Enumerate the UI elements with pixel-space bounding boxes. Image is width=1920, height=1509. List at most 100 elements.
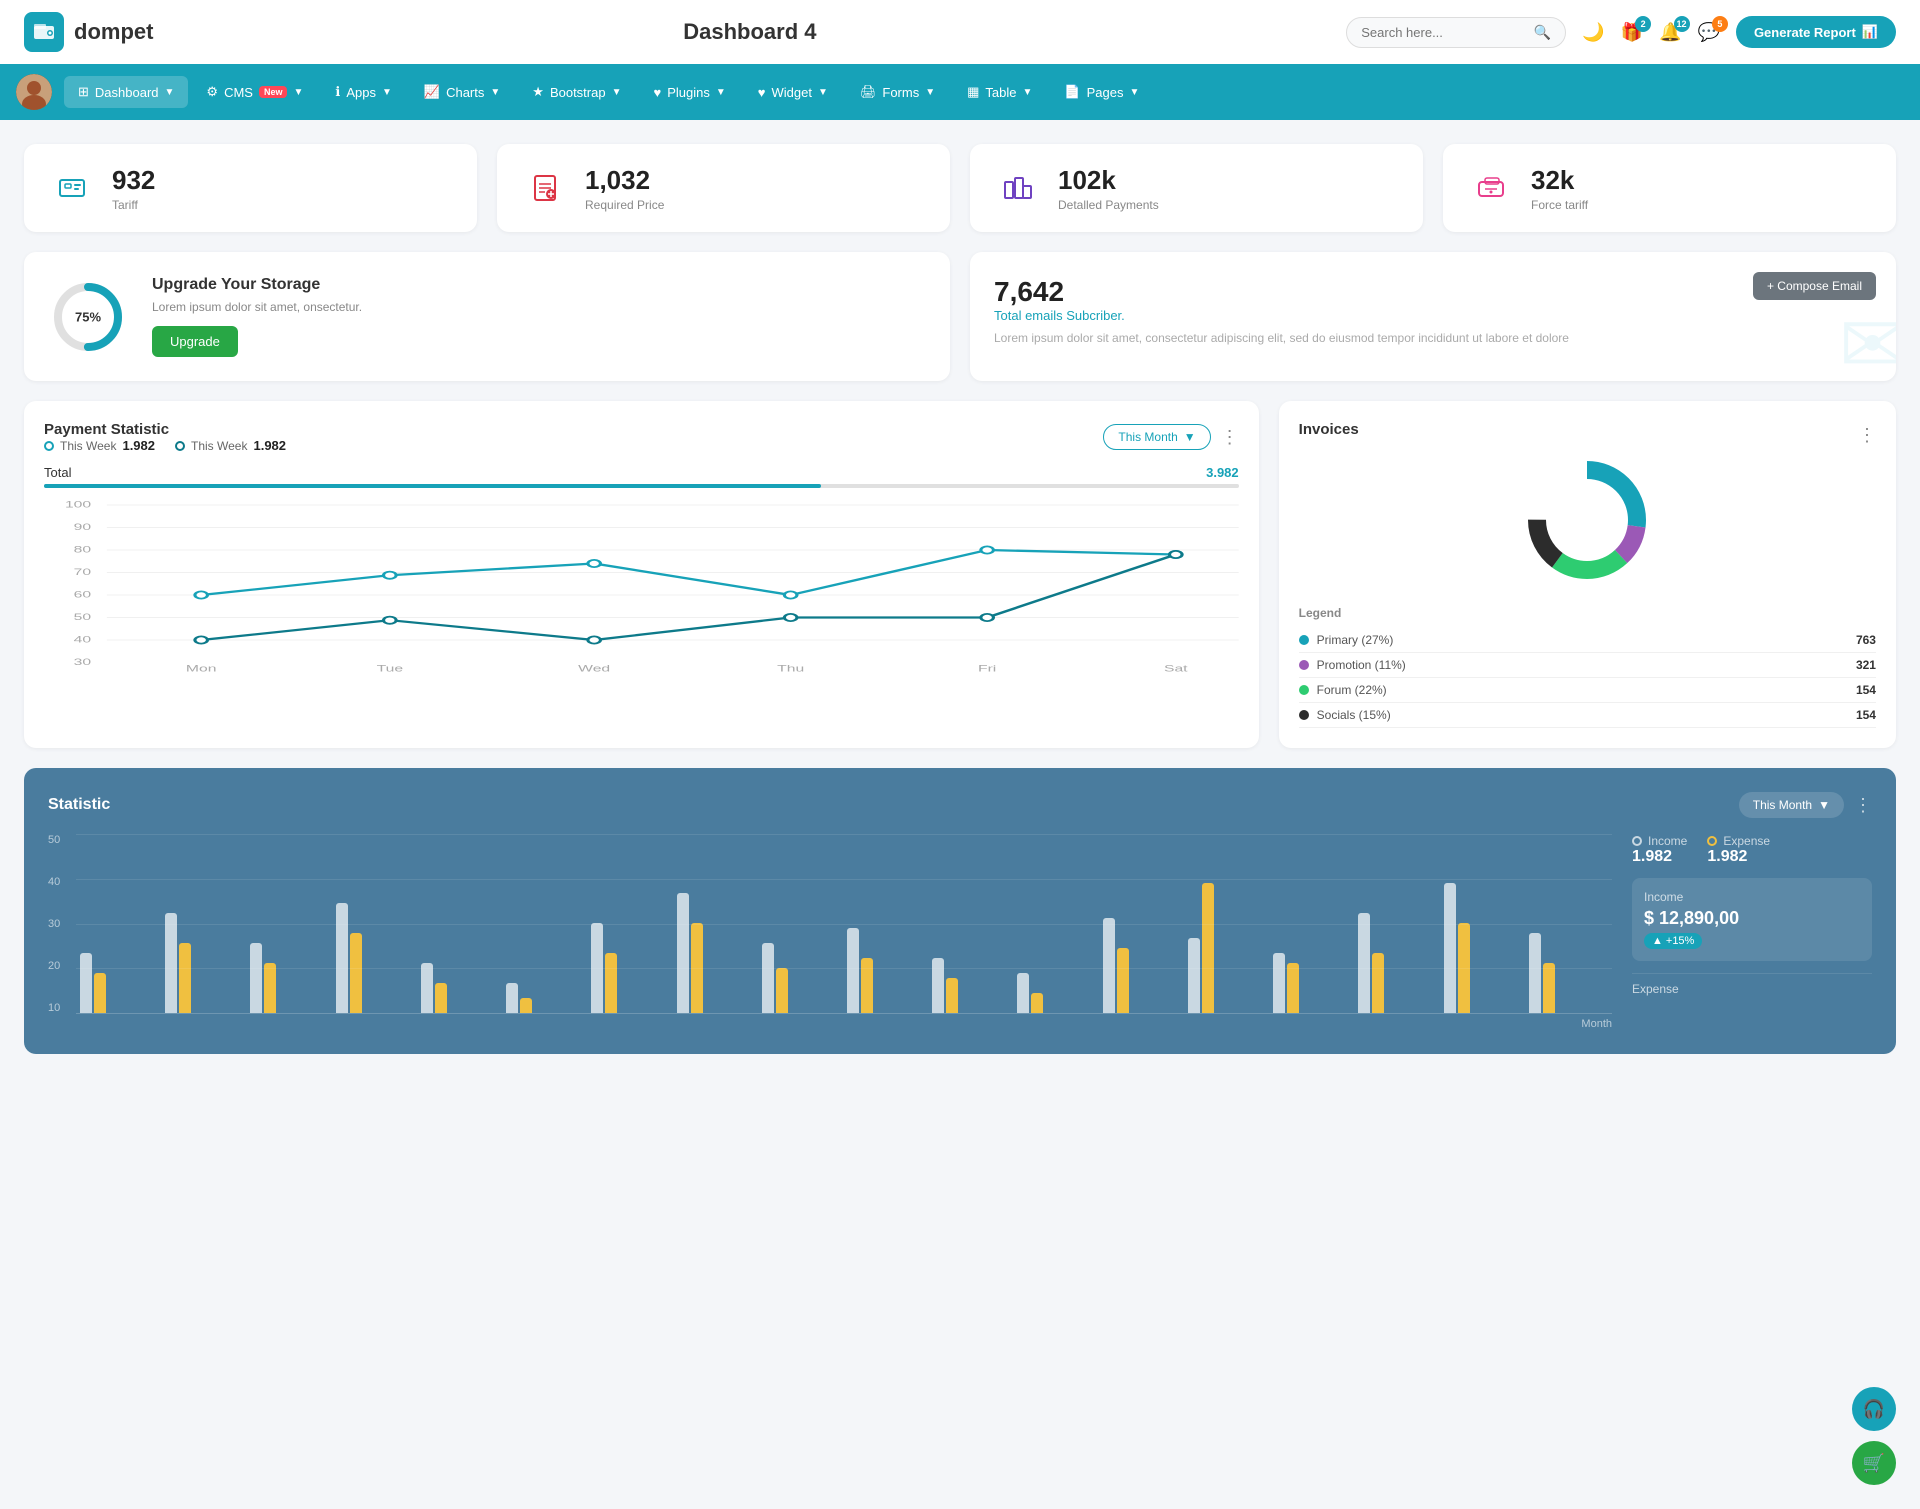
stat-label-required-price: Required Price <box>585 198 664 212</box>
plugins-chevron-icon: ▼ <box>716 87 726 98</box>
growth-value: +15% <box>1666 935 1694 947</box>
cart-icon: 🛒 <box>1863 1453 1885 1474</box>
fab-cart-button[interactable]: 🛒 <box>1852 1441 1896 1485</box>
storage-percent-label: 75% <box>75 309 101 324</box>
moon-icon[interactable]: 🌙 <box>1582 22 1604 43</box>
sidebar-item-pages[interactable]: 📄 Pages ▼ <box>1050 76 1153 108</box>
fab-support-button[interactable]: 🎧 <box>1852 1387 1896 1431</box>
legend-value-1: 1.982 <box>122 438 155 453</box>
bar-white-17 <box>1444 883 1456 1013</box>
x-axis-month-label: Month <box>76 1018 1612 1030</box>
sidebar-item-bootstrap[interactable]: ★ Bootstrap ▼ <box>518 76 635 108</box>
upgrade-button[interactable]: Upgrade <box>152 326 238 357</box>
more-options-icon[interactable]: ⋮ <box>1221 427 1239 448</box>
invoices-more-options-icon[interactable]: ⋮ <box>1858 425 1876 446</box>
svg-text:Wed: Wed <box>578 663 610 674</box>
bar-white-8 <box>677 893 689 1013</box>
nav-bootstrap-label: Bootstrap <box>550 85 606 100</box>
stat-card-force-tariff: 32k Force tariff <box>1443 144 1896 232</box>
bootstrap-icon: ★ <box>532 84 544 100</box>
bar-yellow-3 <box>264 963 276 1013</box>
y-label-10: 10 <box>48 1002 60 1014</box>
forum-label-text: Forum (22%) <box>1317 683 1387 697</box>
stat-card-required-price: 1,032 Required Price <box>497 144 950 232</box>
expense-label-text: Expense <box>1723 834 1770 848</box>
chat-icon[interactable]: 💬5 <box>1698 22 1720 43</box>
storage-donut-chart: 75% <box>48 277 128 357</box>
svg-text:80: 80 <box>74 544 91 555</box>
cms-icon: ⚙ <box>206 84 218 100</box>
income-box-label: Income <box>1644 890 1860 904</box>
sidebar-item-forms[interactable]: 🖨 Forms ▼ <box>846 76 949 108</box>
dashboard-chevron-icon: ▼ <box>165 87 175 98</box>
bar-yellow-13 <box>1117 948 1129 1013</box>
bar-white-4 <box>336 903 348 1013</box>
svg-text:100: 100 <box>65 499 91 510</box>
list-item: Primary (27%) 763 <box>1299 628 1876 653</box>
generate-report-button[interactable]: Generate Report 📊 <box>1736 16 1896 48</box>
stat-value-detailed-payments: 102k <box>1058 165 1159 196</box>
stats-row: 932 Tariff 1,032 Required Price <box>24 144 1896 232</box>
bar-group-13 <box>1103 918 1182 1013</box>
statistic-title: Statistic <box>48 796 110 814</box>
bar-yellow-9 <box>776 968 788 1013</box>
email-desc: Lorem ipsum dolor sit amet, consectetur … <box>994 331 1872 345</box>
bell-icon[interactable]: 🔔12 <box>1659 22 1681 43</box>
sidebar-item-widget[interactable]: ♥ Widget ▼ <box>744 77 842 108</box>
avatar <box>16 74 52 110</box>
payment-chart-title: Payment Statistic <box>44 421 286 438</box>
bar-white-15 <box>1273 953 1285 1013</box>
logo-text: dompet <box>74 19 153 45</box>
compose-email-button[interactable]: + Compose Email <box>1753 272 1876 300</box>
income-detail-box: Income $ 12,890,00 ▲ +15% <box>1632 878 1872 961</box>
stat-card-tariff: 932 Tariff <box>24 144 477 232</box>
total-bar-fill <box>44 484 821 488</box>
search-box[interactable]: 🔍 <box>1346 17 1566 48</box>
income-item: Income 1.982 <box>1632 834 1687 866</box>
email-card: + Compose Email 7,642 Total emails Subcr… <box>970 252 1896 381</box>
legend-label-2: This Week <box>191 439 247 453</box>
sidebar-item-charts[interactable]: 📈 Charts ▼ <box>410 76 514 108</box>
search-input[interactable] <box>1361 25 1526 40</box>
list-item: Socials (15%) 154 <box>1299 703 1876 728</box>
expense-section-label: Expense <box>1632 973 1872 1004</box>
statistic-more-options-icon[interactable]: ⋮ <box>1854 795 1872 816</box>
bar-yellow-15 <box>1287 963 1299 1013</box>
sidebar-item-apps[interactable]: ℹ Apps ▼ <box>321 76 406 108</box>
pages-chevron-icon: ▼ <box>1129 87 1139 98</box>
stat-value-tariff: 932 <box>112 165 155 196</box>
statistic-this-month-button[interactable]: This Month ▼ <box>1739 792 1844 818</box>
promotion-dot <box>1299 660 1309 670</box>
required-price-icon <box>521 164 569 212</box>
storage-title: Upgrade Your Storage <box>152 276 362 294</box>
bar-yellow-11 <box>946 978 958 1013</box>
list-item: Promotion (11%) 321 <box>1299 653 1876 678</box>
stat-label-detailed-payments: Detalled Payments <box>1058 198 1159 212</box>
bar-group-4 <box>336 903 415 1013</box>
report-icon: 📊 <box>1862 24 1878 40</box>
main-content: 932 Tariff 1,032 Required Price <box>0 120 1920 1078</box>
bar-white-9 <box>762 943 774 1013</box>
svg-text:Tue: Tue <box>377 663 403 674</box>
sidebar-item-cms[interactable]: ⚙ CMS New ▼ <box>192 76 317 108</box>
y-label-30: 30 <box>48 918 60 930</box>
svg-text:40: 40 <box>74 634 91 645</box>
nav-cms-label: CMS <box>224 85 253 100</box>
gift-badge: 2 <box>1635 16 1651 32</box>
sidebar-item-plugins[interactable]: ♥ Plugins ▼ <box>640 77 740 108</box>
charts-icon: 📈 <box>424 84 440 100</box>
this-month-button[interactable]: This Month ▼ <box>1103 424 1210 450</box>
logo-icon <box>24 12 64 52</box>
invoices-title: Invoices <box>1299 421 1359 438</box>
gift-icon[interactable]: 🎁2 <box>1621 22 1643 43</box>
storage-desc: Lorem ipsum dolor sit amet, onsectetur. <box>152 300 362 314</box>
y-label-20: 20 <box>48 960 60 972</box>
svg-text:90: 90 <box>74 522 91 533</box>
cms-chevron-icon: ▼ <box>293 87 303 98</box>
stat-value-required-price: 1,032 <box>585 165 664 196</box>
sidebar-item-table[interactable]: ▦ Table ▼ <box>953 76 1046 108</box>
promotion-label-text: Promotion (11%) <box>1317 658 1406 672</box>
sidebar-item-dashboard[interactable]: ⊞ Dashboard ▼ <box>64 76 188 108</box>
primary-value: 763 <box>1856 633 1876 647</box>
bell-badge: 12 <box>1674 16 1690 32</box>
